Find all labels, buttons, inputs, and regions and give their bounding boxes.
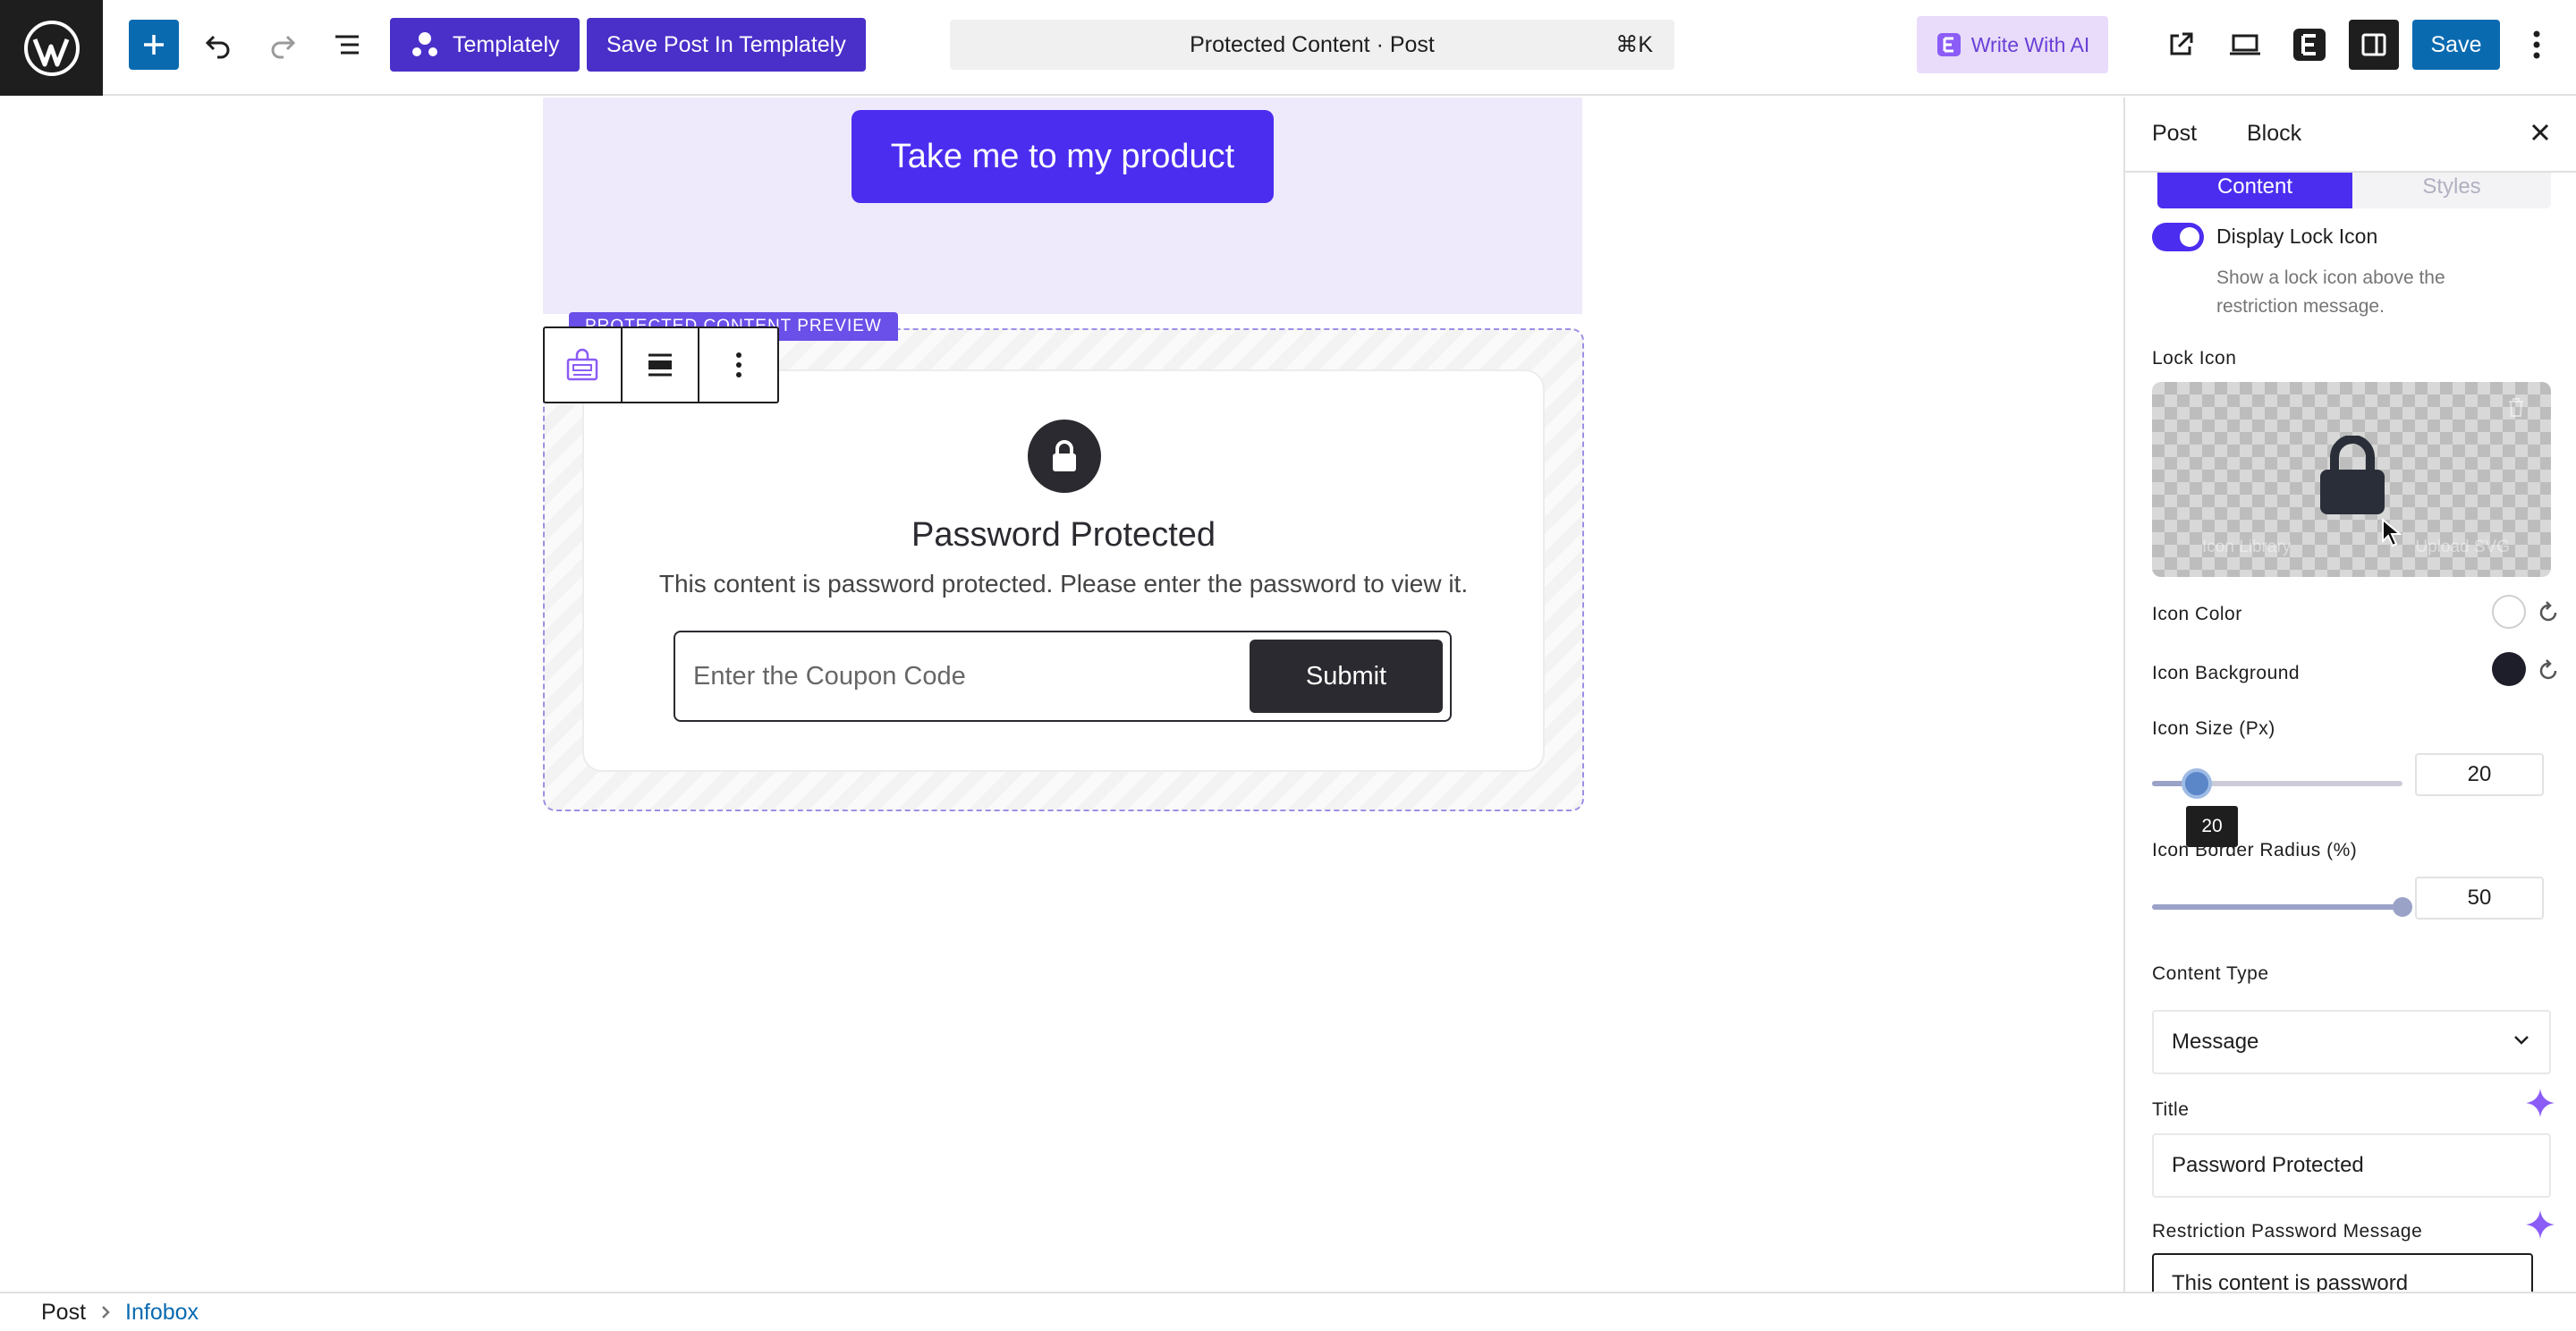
save-in-templately-label: Save Post In Templately xyxy=(606,31,846,57)
restriction-message-label: Restriction Password Message xyxy=(2152,1221,2423,1242)
align-justify-icon xyxy=(648,353,672,377)
slider-fill xyxy=(2152,904,2402,910)
content-type-select[interactable]: Message xyxy=(2152,1010,2551,1074)
close-icon xyxy=(2531,123,2549,141)
block-options-button[interactable] xyxy=(699,328,777,402)
templately-button[interactable]: Templately xyxy=(390,18,580,72)
icon-size-slider-thumb[interactable] xyxy=(2182,768,2213,799)
plus-icon xyxy=(144,35,164,55)
display-lock-icon-label: Display Lock Icon xyxy=(2216,225,2378,248)
chevron-down-icon xyxy=(2514,1036,2529,1045)
mouse-cursor-icon xyxy=(2382,518,2402,547)
essential-blocks-button[interactable] xyxy=(2284,20,2334,70)
block-type-button[interactable] xyxy=(545,328,623,402)
templately-label: Templately xyxy=(453,31,560,57)
infobox-block-icon xyxy=(567,348,598,381)
save-button[interactable]: Save xyxy=(2412,20,2500,70)
undo-button[interactable] xyxy=(193,20,243,70)
wordpress-logo-button[interactable] xyxy=(0,0,103,96)
lock-icon xyxy=(2320,436,2385,514)
write-with-ai-button[interactable]: Write With AI xyxy=(1917,16,2108,73)
icon-background-label: Icon Background xyxy=(2152,663,2301,683)
close-sidebar-button[interactable] xyxy=(2529,121,2551,149)
more-vertical-icon xyxy=(2533,30,2540,59)
lock-icon xyxy=(1053,440,1076,471)
content-type-label: Content Type xyxy=(2152,963,2269,984)
lock-icon-picker[interactable]: Icon Library Upload SVG xyxy=(2152,382,2551,577)
password-form: Submit xyxy=(674,631,1452,722)
preview-device-button[interactable] xyxy=(2220,20,2270,70)
icon-border-radius-label: Icon Border Radius (%) xyxy=(2152,840,2358,860)
trash-icon[interactable] xyxy=(2506,396,2526,418)
view-post-button[interactable] xyxy=(2156,20,2206,70)
essential-blocks-icon xyxy=(2293,29,2326,61)
upload-svg-ghost-label: Upload SVG xyxy=(2415,538,2510,556)
options-menu-button[interactable] xyxy=(2513,20,2560,70)
editor-top-toolbar: Templately Save Post In Templately Prote… xyxy=(0,0,2576,96)
icon-size-label: Icon Size (Px) xyxy=(2152,718,2275,739)
icon-background-swatch[interactable] xyxy=(2492,652,2526,686)
write-with-ai-label: Write With AI xyxy=(1970,32,2090,56)
title-field-label: Title xyxy=(2152,1099,2190,1120)
block-breadcrumb: Post Infobox xyxy=(0,1292,2576,1331)
breadcrumb-post[interactable]: Post xyxy=(41,1300,86,1326)
icon-library-ghost-label: Icon Library xyxy=(2202,538,2292,556)
reset-icon[interactable] xyxy=(2537,601,2560,624)
undo-icon xyxy=(205,35,230,59)
redo-button[interactable] xyxy=(258,20,308,70)
laptop-icon xyxy=(2230,34,2260,55)
tab-post[interactable]: Post xyxy=(2152,121,2197,147)
icon-radius-input[interactable]: 50 xyxy=(2415,877,2544,920)
chevron-right-icon xyxy=(102,1306,110,1318)
document-title: Protected Content · Post xyxy=(1190,31,1435,57)
content-type-value: Message xyxy=(2172,1030,2259,1054)
editor-canvas: Take me to my product Password Protected… xyxy=(0,97,2123,1292)
display-lock-icon-toggle[interactable] xyxy=(2152,223,2204,251)
ai-sparkle-icon[interactable] xyxy=(2524,1208,2556,1241)
external-link-icon xyxy=(2170,32,2193,55)
lock-badge xyxy=(1028,420,1101,493)
command-shortcut: ⌘K xyxy=(1615,32,1653,57)
align-button[interactable] xyxy=(623,328,700,402)
templately-icon xyxy=(412,32,437,56)
redo-icon xyxy=(271,35,296,59)
ai-sparkle-icon[interactable] xyxy=(2524,1087,2556,1119)
restriction-message-textarea[interactable]: This content is password xyxy=(2152,1253,2533,1292)
submit-button[interactable]: Submit xyxy=(1250,640,1443,713)
protected-title: Password Protected xyxy=(911,516,1216,554)
sidebar-icon xyxy=(2361,33,2386,56)
coupon-code-input[interactable] xyxy=(675,632,1230,720)
protected-message: This content is password protected. Plea… xyxy=(658,570,1469,598)
settings-sidebar: Content Styles Post Block Display Lock I… xyxy=(2123,97,2576,1292)
icon-radius-slider[interactable] xyxy=(2152,904,2402,910)
take-me-to-product-button[interactable]: Take me to my product xyxy=(852,110,1274,203)
hero-section[interactable]: Take me to my product xyxy=(543,97,1582,314)
sidebar-tabs: Post Block xyxy=(2125,97,2576,173)
add-block-button[interactable] xyxy=(129,20,179,70)
display-lock-icon-help: Show a lock icon above the restriction m… xyxy=(2216,267,2445,317)
icon-color-swatch[interactable] xyxy=(2492,595,2526,629)
save-in-templately-button[interactable]: Save Post In Templately xyxy=(587,18,866,72)
tab-block[interactable]: Block xyxy=(2247,121,2301,147)
ai-logo-icon xyxy=(1936,33,1961,56)
wordpress-icon xyxy=(23,20,80,76)
settings-sidebar-toggle[interactable] xyxy=(2349,20,2399,70)
document-overview-button[interactable] xyxy=(322,20,372,70)
reset-icon[interactable] xyxy=(2537,659,2560,682)
icon-radius-slider-thumb[interactable] xyxy=(2393,897,2412,917)
icon-color-label: Icon Color xyxy=(2152,604,2242,624)
list-view-icon xyxy=(335,35,359,55)
breadcrumb-infobox[interactable]: Infobox xyxy=(125,1300,199,1326)
command-palette-button[interactable]: Protected Content · Post ⌘K xyxy=(950,20,1674,70)
title-input[interactable]: Password Protected xyxy=(2152,1133,2551,1198)
block-toolbar xyxy=(543,326,779,403)
protected-content-card: Password Protected This content is passw… xyxy=(582,369,1545,772)
lock-icon-label: Lock Icon xyxy=(2152,348,2237,369)
more-vertical-icon xyxy=(735,352,741,377)
icon-size-input[interactable]: 20 xyxy=(2415,753,2544,796)
